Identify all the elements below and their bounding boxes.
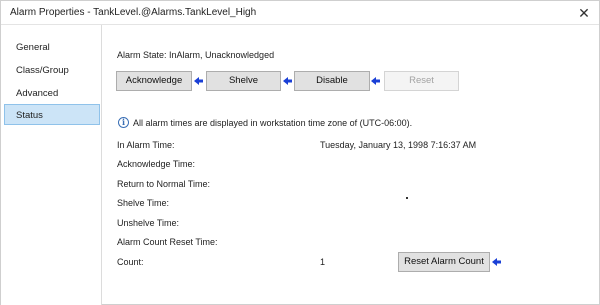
sidebar-item-status[interactable]: Status — [4, 104, 100, 125]
acknowledge-button[interactable]: Acknowledge — [116, 71, 192, 91]
info-icon: i — [118, 117, 129, 128]
stray-dot — [406, 197, 408, 199]
reset-button[interactable]: Reset — [384, 71, 459, 91]
in-alarm-time-label: In Alarm Time: — [117, 140, 175, 150]
count-label: Count: — [117, 257, 144, 267]
alarm-count-reset-time-label: Alarm Count Reset Time: — [117, 237, 218, 247]
arrow-left-icon — [194, 77, 203, 85]
arrow-left-icon — [492, 258, 501, 266]
title-bar: Alarm Properties - TankLevel.@Alarms.Tan… — [1, 1, 599, 25]
return-to-normal-time-label: Return to Normal Time: — [117, 179, 211, 189]
acknowledge-time-label: Acknowledge Time: — [117, 159, 196, 169]
alarm-state-text: Alarm State: InAlarm, Unacknowledged — [117, 50, 275, 60]
window-title: Alarm Properties - TankLevel.@Alarms.Tan… — [10, 7, 257, 18]
shelve-button[interactable]: Shelve — [206, 71, 281, 91]
reset-alarm-count-button[interactable]: Reset Alarm Count — [398, 252, 490, 272]
unshelve-time-label: Unshelve Time: — [117, 218, 180, 228]
sidebar-item-general[interactable]: General — [4, 36, 100, 57]
sidebar: General Class/Group Advanced Status — [1, 25, 102, 305]
sidebar-item-class-group[interactable]: Class/Group — [4, 59, 100, 80]
shelve-time-label: Shelve Time: — [117, 198, 170, 208]
arrow-left-icon — [371, 77, 380, 85]
count-value: 1 — [320, 257, 326, 267]
alarm-properties-window: Alarm Properties - TankLevel.@Alarms.Tan… — [0, 0, 600, 305]
arrow-left-icon — [283, 77, 292, 85]
status-panel: Alarm State: InAlarm, Unacknowledged Ack… — [102, 25, 600, 305]
sidebar-item-advanced[interactable]: Advanced — [4, 82, 100, 103]
in-alarm-time-value: Tuesday, January 13, 1998 7:16:37 AM — [320, 140, 477, 150]
close-icon[interactable]: ✕ — [575, 4, 593, 22]
disable-button[interactable]: Disable — [294, 71, 370, 91]
timezone-info-text: All alarm times are displayed in worksta… — [133, 118, 413, 128]
